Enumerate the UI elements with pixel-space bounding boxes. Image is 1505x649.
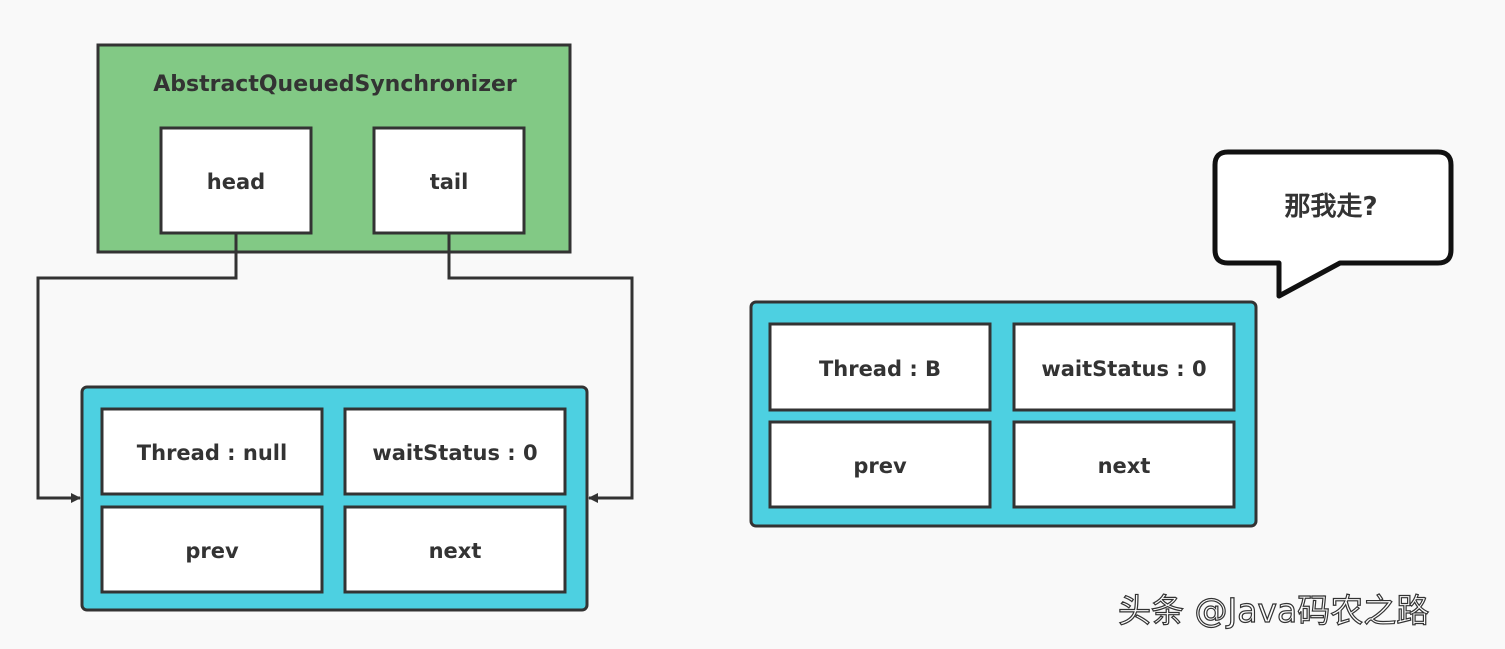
node-2: Thread : B waitStatus : 0 prev next [749,300,1258,528]
node1-prev: prev [185,539,239,563]
aqs-diagram: AbstractQueuedSynchronizer head tail Thr… [36,43,1454,631]
node2-wait-status: waitStatus : 0 [1041,357,1206,381]
tail-label: tail [430,170,469,194]
node2-thread: Thread : B [819,357,941,381]
node1-wait-status: waitStatus : 0 [372,441,537,465]
speech-bubble: 那我走? [1212,149,1454,299]
node2-prev: prev [853,454,907,478]
node-1: Thread : null waitStatus : 0 prev next [80,385,589,612]
node1-thread: Thread : null [137,441,287,465]
aqs-title: AbstractQueuedSynchronizer [153,72,517,97]
speech-bubble-text: 那我走? [1284,192,1377,222]
head-label: head [207,170,265,194]
aqs-box: AbstractQueuedSynchronizer head tail [96,43,572,254]
node1-next: next [429,539,482,563]
watermark: 头条 @Java码农之路 [1118,591,1429,630]
node2-next: next [1098,454,1151,478]
